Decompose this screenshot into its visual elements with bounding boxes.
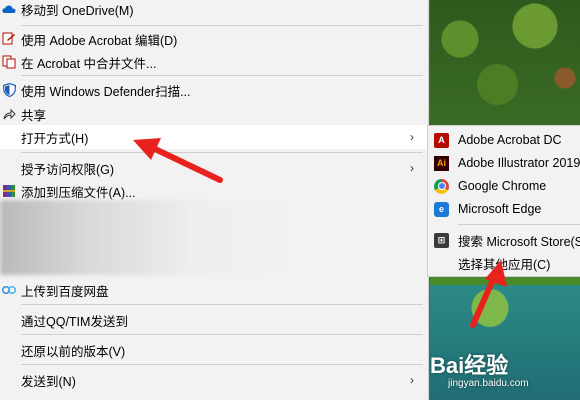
menu-item-label: 添加到压缩文件(A)... [21,185,136,200]
chrome-icon [434,178,449,194]
menu-item-defender-scan[interactable]: 使用 Windows Defender扫描... [0,78,428,102]
submenu-item-label: Microsoft Edge [458,202,542,216]
baidu-watermark: Bai经验 [430,353,509,378]
menu-separator [21,364,423,365]
acrobat-edit-icon [2,32,16,46]
submenu-item-label: Google Chrome [458,179,547,193]
menu-item-restore-versions[interactable]: 还原以前的版本(V) [0,338,428,362]
menu-item-label: 在 Acrobat 中合并文件... [21,56,157,71]
adobe-illustrator-icon: Ai [434,155,449,171]
menu-item-label: 上传到百度网盘 [21,284,109,299]
menu-item-label: 使用 Windows Defender扫描... [21,84,191,99]
menu-item-label: 发送到(N) [21,374,76,389]
menu-item-acrobat-combine[interactable]: 在 Acrobat 中合并文件... [0,50,428,74]
menu-separator [21,25,423,26]
context-menu: 移动到 OneDrive(M) 使用 Adobe Acrobat 编辑(D) 在… [0,0,429,400]
menu-separator [21,75,423,76]
menu-separator [21,304,423,305]
chevron-right-icon: › [410,161,414,175]
submenu-item-label: Adobe Illustrator 2019 [458,156,580,170]
menu-item-send-to[interactable]: 发送到(N) › [0,368,428,392]
share-icon [2,107,16,121]
chevron-right-icon: › [410,130,414,144]
submenu-item-microsoft-edge[interactable]: e Microsoft Edge [428,197,580,221]
chevron-right-icon: › [410,373,414,387]
red-arrow-icon [133,138,223,183]
edge-icon: e [434,201,449,217]
menu-item-label: 共享 [21,108,47,123]
background-trees [430,0,580,130]
menu-item-label: 使用 Adobe Acrobat 编辑(D) [21,33,178,48]
menu-item-acrobat-edit[interactable]: 使用 Adobe Acrobat 编辑(D) [0,27,428,51]
onedrive-icon [2,2,16,16]
submenu-item-search-store[interactable]: ⊞ 搜索 Microsoft Store(S) [428,228,580,252]
menu-item-share[interactable]: 共享 [0,102,428,126]
submenu-item-google-chrome[interactable]: Google Chrome [428,174,580,198]
menu-separator [21,334,423,335]
defender-shield-icon [2,83,16,97]
submenu-item-adobe-illustrator[interactable]: Ai Adobe Illustrator 2019 [428,151,580,175]
adobe-acrobat-icon: A [434,132,449,148]
submenu-item-label: 搜索 Microsoft Store(S) [458,234,580,249]
menu-item-label: 通过QQ/TIM发送到 [21,314,128,329]
submenu-item-label: Adobe Acrobat DC [458,133,562,147]
red-arrow-icon [470,260,507,328]
menu-item-baidu-upload[interactable]: 上传到百度网盘 [0,278,428,302]
menu-item-label: 移动到 OneDrive(M) [21,3,134,18]
menu-item-label: 授予访问权限(G) [21,162,115,177]
menu-item-move-to-onedrive[interactable]: 移动到 OneDrive(M) [0,0,428,21]
submenu-item-adobe-acrobat[interactable]: A Adobe Acrobat DC [428,128,580,152]
store-icon: ⊞ [434,232,449,248]
acrobat-combine-icon [2,55,16,69]
blurred-region [0,200,428,275]
winrar-icon [2,184,16,198]
baidu-watermark-url: jingyan.baidu.com [448,378,529,389]
menu-item-send-via-qq[interactable]: 通过QQ/TIM发送到 [0,308,428,332]
submenu-separator [458,224,580,225]
menu-item-label: 还原以前的版本(V) [21,344,126,359]
baidu-netdisk-icon [2,283,16,297]
menu-item-label: 打开方式(H) [21,131,89,146]
